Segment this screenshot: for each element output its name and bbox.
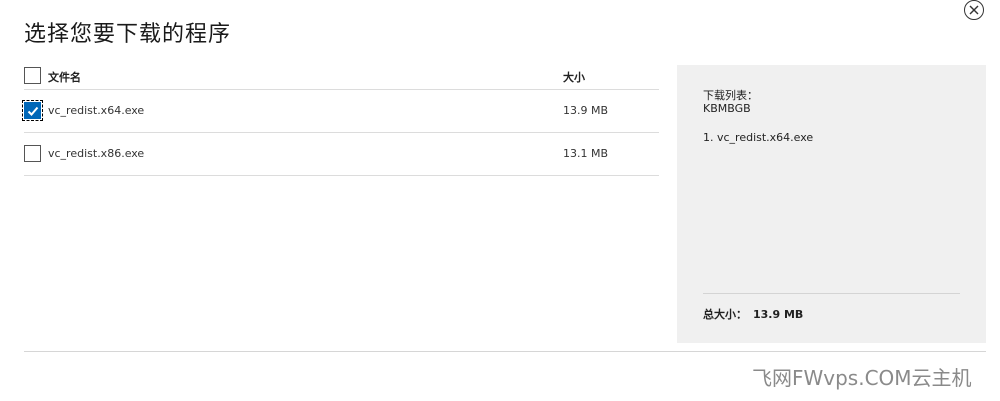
close-icon [969,5,979,15]
summary-code: KBMBGB [703,102,751,115]
total-size-value: 13.9 MB [753,308,804,321]
file-name: vc_redist.x64.exe [48,104,145,117]
total-size-label: 总大小： [703,308,747,321]
row-checkbox-x86[interactable] [24,145,41,162]
table-row[interactable]: vc_redist.x64.exe 13.9 MB [22,90,659,133]
table-row[interactable]: vc_redist.x86.exe 13.1 MB [24,133,659,176]
dialog-title: 选择您要下载的程序 [24,22,232,47]
header-size: 大小 [563,71,585,84]
download-summary-panel: 下载列表： KBMBGB 1. vc_redist.x64.exe 总大小： 13… [677,65,986,343]
file-name: vc_redist.x86.exe [48,147,145,160]
row-checkbox-x64[interactable] [22,100,43,121]
header-name: 文件名 [48,71,81,84]
bottom-divider [24,351,986,352]
summary-heading: 下载列表： [703,89,758,102]
summary-list-item: 1. vc_redist.x64.exe [703,131,814,144]
file-size: 13.1 MB [563,147,609,160]
checkmark-icon [27,106,39,116]
file-table: 文件名 大小 vc_redist.x64.exe 13.9 MB vc_redi… [22,62,659,176]
close-button[interactable] [964,0,984,20]
file-size: 13.9 MB [563,104,609,117]
watermark: 飞网FWvps.COM云主机 [752,366,972,390]
summary-list: 1. vc_redist.x64.exe [703,131,813,144]
select-all-checkbox[interactable] [24,67,41,84]
summary-total: 总大小： 13.9 MB [703,306,809,322]
table-header: 文件名 大小 [24,62,659,90]
summary-divider [703,293,960,294]
